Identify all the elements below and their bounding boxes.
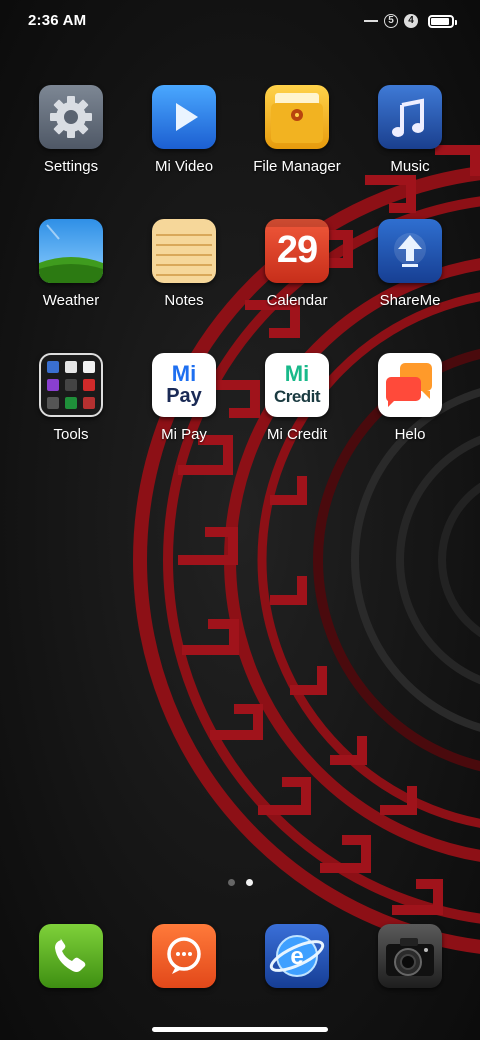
app-helo[interactable]: Helo xyxy=(355,353,465,443)
gear-icon xyxy=(39,85,103,149)
mi-credit-logo-bottom: Credit xyxy=(273,387,321,406)
dock-browser[interactable]: e xyxy=(242,924,352,988)
app-mi-credit[interactable]: Mi Credit Mi Credit xyxy=(242,353,352,443)
key-line-icon xyxy=(364,20,378,22)
play-icon xyxy=(152,85,216,149)
dock-camera[interactable] xyxy=(355,924,465,988)
notepad-icon xyxy=(152,219,216,283)
status-time: 2:36 AM xyxy=(28,12,87,29)
page-dot[interactable] xyxy=(227,879,235,886)
folder-icon xyxy=(265,85,329,149)
app-label: Notes xyxy=(164,292,204,309)
app-music[interactable]: Music xyxy=(355,85,465,175)
app-shareme[interactable]: ShareMe xyxy=(355,219,465,309)
app-mi-pay[interactable]: Mi Pay Mi Pay xyxy=(129,353,239,443)
mi-pay-logo-top: Mi xyxy=(171,361,197,386)
app-weather[interactable]: Weather xyxy=(16,219,126,309)
app-label: Music xyxy=(390,158,430,175)
app-notes[interactable]: Notes xyxy=(129,219,239,309)
phone-icon xyxy=(39,924,103,988)
page-indicator xyxy=(0,879,480,886)
status-icons: 5 4 xyxy=(364,12,457,30)
music-note-icon xyxy=(378,85,442,149)
app-label: Weather xyxy=(42,292,100,309)
app-label: Tools xyxy=(53,426,89,443)
mi-pay-logo-bottom: Pay xyxy=(166,385,202,407)
app-label: Settings xyxy=(43,158,99,175)
app-file-manager[interactable]: File Manager xyxy=(242,85,352,175)
calendar-date: 29 xyxy=(276,229,318,271)
battery-tip xyxy=(455,19,457,25)
weather-icon xyxy=(39,219,103,283)
app-label: Mi Video xyxy=(154,158,214,175)
battery-level xyxy=(431,17,449,25)
mi-pay-icon: Mi Pay xyxy=(152,353,216,417)
notification-count-icon: 4 xyxy=(404,14,418,28)
app-label: Calendar xyxy=(266,292,328,309)
chat-bubbles-icon xyxy=(378,353,442,417)
app-settings[interactable]: Settings xyxy=(16,85,126,175)
app-mi-video[interactable]: Mi Video xyxy=(129,85,239,175)
folder-grid-icon xyxy=(39,353,103,417)
status-bar: 2:36 AM 5 4 xyxy=(0,0,480,44)
mi-credit-logo-top: Mi xyxy=(284,361,310,386)
home-gesture-bar[interactable] xyxy=(152,1027,328,1032)
app-tools[interactable]: Tools xyxy=(16,353,126,443)
app-calendar[interactable]: 29 Calendar xyxy=(242,219,352,309)
calendar-icon: 29 xyxy=(265,219,329,283)
notification-count-icon: 5 xyxy=(384,14,398,28)
svg-text:e: e xyxy=(290,943,303,970)
dock-messaging[interactable] xyxy=(129,924,239,988)
page-dot-active[interactable] xyxy=(245,879,253,886)
app-label: Helo xyxy=(394,426,426,443)
camera-icon xyxy=(378,924,442,988)
message-bubble-icon xyxy=(152,924,216,988)
mi-credit-icon: Mi Credit xyxy=(265,353,329,417)
app-label: Mi Credit xyxy=(266,426,327,443)
battery-icon xyxy=(428,14,457,28)
dock-phone[interactable] xyxy=(16,924,126,988)
app-label: Mi Pay xyxy=(161,426,207,443)
globe-icon: e xyxy=(265,924,329,988)
app-label: ShareMe xyxy=(379,292,441,309)
app-label: File Manager xyxy=(253,158,341,175)
upload-arrow-icon xyxy=(378,219,442,283)
